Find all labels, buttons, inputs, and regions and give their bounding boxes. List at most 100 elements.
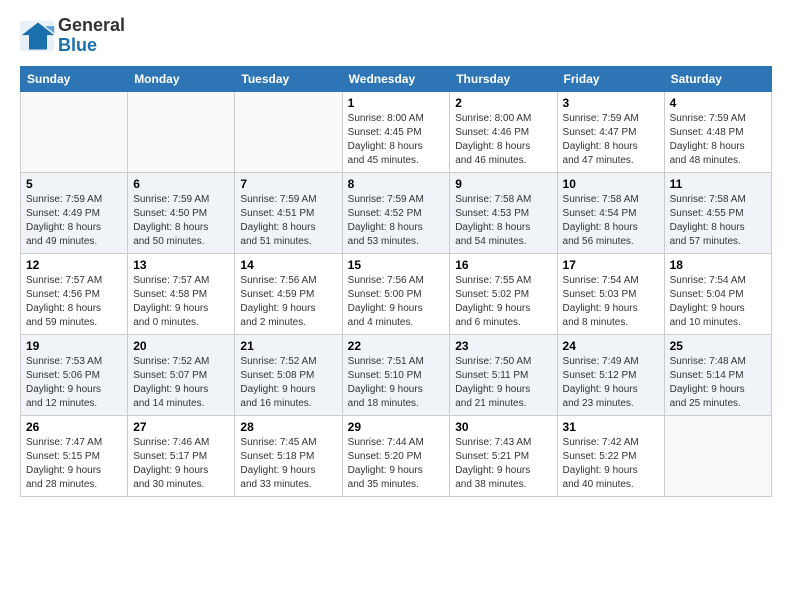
week-row-3: 19 Sunrise: 7:53 AM Sunset: 5:06 PM Dayli… (21, 334, 772, 415)
day-info: Sunrise: 7:57 AM Sunset: 4:56 PM Dayligh… (26, 274, 122, 330)
day-info: Sunrise: 7:57 AM Sunset: 4:58 PM Dayligh… (133, 274, 229, 330)
logo-line2: Blue (58, 36, 125, 56)
week-row-4: 26 Sunrise: 7:47 AM Sunset: 5:15 PM Dayli… (21, 415, 772, 496)
day-number: 2 (455, 96, 551, 110)
calendar-cell: 29Sunrise: 7:44 AM Sunset: 5:20 PM Dayli… (342, 415, 450, 496)
weekday-header-monday: Monday (128, 66, 235, 91)
day-info: Sunrise: 7:56 AM Sunset: 5:00 PM Dayligh… (348, 274, 445, 330)
calendar-cell: 23Sunrise: 7:50 AM Sunset: 5:11 PM Dayli… (450, 334, 557, 415)
day-number: 12 (26, 258, 122, 272)
day-number: 14 (240, 258, 336, 272)
weekday-header-friday: Friday (557, 66, 664, 91)
day-info: Sunrise: 7:48 AM Sunset: 5:14 PM Dayligh… (670, 355, 766, 411)
calendar-cell: 25 Sunrise: 7:48 AM Sunset: 5:14 PM Dayli… (664, 334, 771, 415)
calendar-cell: 30 Sunrise: 7:43 AM Sunset: 5:21 PM Dayli… (450, 415, 557, 496)
day-info: Sunrise: 7:42 AM Sunset: 5:22 PM Dayligh… (563, 436, 659, 492)
calendar-cell: 3Sunrise: 7:59 AM Sunset: 4:47 PM Daylig… (557, 91, 664, 172)
calendar-cell: 8 Sunrise: 7:59 AM Sunset: 4:52 PM Daylig… (342, 172, 450, 253)
day-number: 7 (240, 177, 336, 191)
day-number: 18 (670, 258, 766, 272)
calendar-cell: 12 Sunrise: 7:57 AM Sunset: 4:56 PM Dayli… (21, 253, 128, 334)
calendar-cell: 20 Sunrise: 7:52 AM Sunset: 5:07 PM Dayli… (128, 334, 235, 415)
page-container: General Blue SundayMondayTuesdayWednesda… (0, 0, 792, 509)
day-number: 28 (240, 420, 336, 434)
weekday-header-row: SundayMondayTuesdayWednesdayThursdayFrid… (21, 66, 772, 91)
calendar-cell (235, 91, 342, 172)
calendar-cell: 19 Sunrise: 7:53 AM Sunset: 5:06 PM Dayli… (21, 334, 128, 415)
day-info: Sunrise: 7:58 AM Sunset: 4:55 PM Dayligh… (670, 193, 766, 249)
calendar-cell: 27 Sunrise: 7:46 AM Sunset: 5:17 PM Dayli… (128, 415, 235, 496)
day-number: 30 (455, 420, 551, 434)
day-info: Sunrise: 7:59 AM Sunset: 4:49 PM Dayligh… (26, 193, 122, 249)
day-info: Sunrise: 7:49 AM Sunset: 5:12 PM Dayligh… (563, 355, 659, 411)
day-info: Sunrise: 7:51 AM Sunset: 5:10 PM Dayligh… (348, 355, 445, 411)
day-info: Sunrise: 7:52 AM Sunset: 5:07 PM Dayligh… (133, 355, 229, 411)
day-number: 16 (455, 258, 551, 272)
calendar-cell: 24Sunrise: 7:49 AM Sunset: 5:12 PM Dayli… (557, 334, 664, 415)
logo: General Blue (20, 16, 125, 56)
week-row-2: 12 Sunrise: 7:57 AM Sunset: 4:56 PM Dayli… (21, 253, 772, 334)
calendar-cell (21, 91, 128, 172)
calendar-cell: 5 Sunrise: 7:59 AM Sunset: 4:49 PM Daylig… (21, 172, 128, 253)
weekday-header-tuesday: Tuesday (235, 66, 342, 91)
day-number: 5 (26, 177, 122, 191)
day-number: 10 (563, 177, 659, 191)
day-info: Sunrise: 7:53 AM Sunset: 5:06 PM Dayligh… (26, 355, 122, 411)
day-number: 11 (670, 177, 766, 191)
day-number: 19 (26, 339, 122, 353)
weekday-header-sunday: Sunday (21, 66, 128, 91)
day-info: Sunrise: 7:59 AM Sunset: 4:47 PM Dayligh… (563, 112, 659, 168)
day-number: 6 (133, 177, 229, 191)
calendar-cell: 7 Sunrise: 7:59 AM Sunset: 4:51 PM Daylig… (235, 172, 342, 253)
day-info: Sunrise: 7:59 AM Sunset: 4:52 PM Dayligh… (348, 193, 445, 249)
day-number: 27 (133, 420, 229, 434)
day-number: 22 (348, 339, 445, 353)
day-info: Sunrise: 7:56 AM Sunset: 4:59 PM Dayligh… (240, 274, 336, 330)
day-info: Sunrise: 7:52 AM Sunset: 5:08 PM Dayligh… (240, 355, 336, 411)
day-number: 17 (563, 258, 659, 272)
calendar-cell: 13Sunrise: 7:57 AM Sunset: 4:58 PM Dayli… (128, 253, 235, 334)
calendar-cell: 28Sunrise: 7:45 AM Sunset: 5:18 PM Dayli… (235, 415, 342, 496)
day-info: Sunrise: 8:00 AM Sunset: 4:45 PM Dayligh… (348, 112, 445, 168)
calendar-cell: 2 Sunrise: 8:00 AM Sunset: 4:46 PM Daylig… (450, 91, 557, 172)
day-info: Sunrise: 7:59 AM Sunset: 4:51 PM Dayligh… (240, 193, 336, 249)
day-number: 25 (670, 339, 766, 353)
day-number: 4 (670, 96, 766, 110)
weekday-header-wednesday: Wednesday (342, 66, 450, 91)
day-info: Sunrise: 7:44 AM Sunset: 5:20 PM Dayligh… (348, 436, 445, 492)
day-info: Sunrise: 7:46 AM Sunset: 5:17 PM Dayligh… (133, 436, 229, 492)
day-number: 31 (563, 420, 659, 434)
day-info: Sunrise: 7:54 AM Sunset: 5:03 PM Dayligh… (563, 274, 659, 330)
week-row-1: 5 Sunrise: 7:59 AM Sunset: 4:49 PM Daylig… (21, 172, 772, 253)
calendar-cell: 4 Sunrise: 7:59 AM Sunset: 4:48 PM Daylig… (664, 91, 771, 172)
day-number: 21 (240, 339, 336, 353)
day-info: Sunrise: 7:58 AM Sunset: 4:54 PM Dayligh… (563, 193, 659, 249)
calendar-cell (128, 91, 235, 172)
logo-line1: General (58, 16, 125, 36)
header: General Blue (20, 16, 772, 56)
calendar-cell: 9Sunrise: 7:58 AM Sunset: 4:53 PM Daylig… (450, 172, 557, 253)
week-row-0: 1Sunrise: 8:00 AM Sunset: 4:45 PM Daylig… (21, 91, 772, 172)
calendar-cell: 21 Sunrise: 7:52 AM Sunset: 5:08 PM Dayli… (235, 334, 342, 415)
calendar-cell: 16Sunrise: 7:55 AM Sunset: 5:02 PM Dayli… (450, 253, 557, 334)
calendar-cell: 15 Sunrise: 7:56 AM Sunset: 5:00 PM Dayli… (342, 253, 450, 334)
day-info: Sunrise: 7:59 AM Sunset: 4:48 PM Dayligh… (670, 112, 766, 168)
calendar-cell: 10 Sunrise: 7:58 AM Sunset: 4:54 PM Dayli… (557, 172, 664, 253)
calendar-cell: 17 Sunrise: 7:54 AM Sunset: 5:03 PM Dayli… (557, 253, 664, 334)
day-info: Sunrise: 7:58 AM Sunset: 4:53 PM Dayligh… (455, 193, 551, 249)
day-info: Sunrise: 7:50 AM Sunset: 5:11 PM Dayligh… (455, 355, 551, 411)
day-info: Sunrise: 7:43 AM Sunset: 5:21 PM Dayligh… (455, 436, 551, 492)
calendar-cell (664, 415, 771, 496)
calendar-cell: 31 Sunrise: 7:42 AM Sunset: 5:22 PM Dayli… (557, 415, 664, 496)
calendar-cell: 26 Sunrise: 7:47 AM Sunset: 5:15 PM Dayli… (21, 415, 128, 496)
calendar-cell: 6Sunrise: 7:59 AM Sunset: 4:50 PM Daylig… (128, 172, 235, 253)
day-number: 20 (133, 339, 229, 353)
calendar-cell: 1Sunrise: 8:00 AM Sunset: 4:45 PM Daylig… (342, 91, 450, 172)
day-info: Sunrise: 7:47 AM Sunset: 5:15 PM Dayligh… (26, 436, 122, 492)
weekday-header-saturday: Saturday (664, 66, 771, 91)
day-info: Sunrise: 8:00 AM Sunset: 4:46 PM Dayligh… (455, 112, 551, 168)
day-number: 15 (348, 258, 445, 272)
day-number: 26 (26, 420, 122, 434)
day-number: 8 (348, 177, 445, 191)
calendar-cell: 11 Sunrise: 7:58 AM Sunset: 4:55 PM Dayli… (664, 172, 771, 253)
